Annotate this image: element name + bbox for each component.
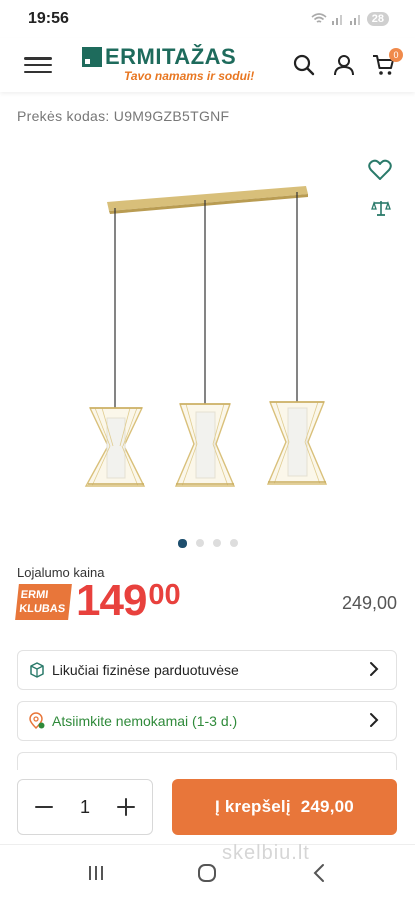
home-icon [198,863,217,882]
status-icons: 28 [311,12,389,26]
add-to-cart-label: Į krepšelį [215,797,291,816]
back-icon [313,863,325,882]
free-pickup-row[interactable]: Atsiimkite nemokamai (1-3 d.) [17,701,397,741]
menu-line [24,57,52,60]
menu-line [24,63,52,67]
shade-left [84,407,146,487]
loyalty-price: 149 00 [76,578,181,624]
account-button[interactable] [331,52,357,78]
system-nav-bar [0,844,415,900]
logo[interactable]: ERMITAŽAS Tavo namams ir sodui! [82,44,255,83]
logo-mark [82,47,102,67]
add-to-cart-price: 249,00 [300,797,354,816]
badge-line-1: ERMI [20,589,49,601]
menu-button[interactable] [24,54,52,76]
cart-button[interactable]: 0 [371,48,403,78]
heart-icon [368,159,392,180]
price-decimal: 00 [148,579,181,611]
chevron-right-icon [368,661,380,680]
search-icon [293,54,315,76]
carousel-dot-3[interactable] [212,539,221,547]
signal-icon-2 [349,15,360,25]
cart-count-badge: 0 [389,48,403,62]
wishlist-button[interactable] [368,159,392,186]
add-to-cart-button[interactable]: Į krepšelį 249,00 [172,779,397,835]
carousel-dots [0,538,415,548]
menu-line [24,70,52,73]
plus-icon [116,798,135,816]
badge-line-2: KLUBAS [18,603,66,615]
pickup-row-label: Atsiimkite nemokamai (1-3 d.) [52,713,238,729]
wifi-icon [311,13,327,23]
minus-icon [35,806,53,808]
stock-availability-row[interactable]: Likučiai fizinėse parduotuvėse [17,650,397,690]
decrease-quantity-button[interactable] [32,795,56,819]
quantity-stepper: 1 [17,779,153,835]
pickup-location-icon [28,712,46,730]
compare-button[interactable] [371,199,391,222]
carousel-dot-2[interactable] [195,539,204,547]
product-image[interactable] [70,150,350,510]
shade-center [174,403,236,487]
price-integer: 149 [76,576,147,625]
product-code: Prekės kodas: U9M9GZB5TGNF [17,108,230,124]
ermi-klubas-badge: ERMI KLUBAS [15,584,72,620]
chevron-right-icon [368,712,380,731]
status-time: 19:56 [28,10,69,27]
signal-icon [331,15,342,25]
logo-text: ERMITAŽAS [105,44,237,69]
pendant-lamp-image [84,186,328,487]
carousel-dot-4[interactable] [229,539,238,547]
status-bar: 19:56 28 [0,0,415,38]
carousel-dot-1[interactable] [177,538,187,548]
logo-tagline: Tavo namams ir sodui! [124,69,255,83]
logo-top: ERMITAŽAS [82,44,254,69]
watermark: skelbiu.lt [222,842,310,864]
stock-row-label: Likučiai fizinėse parduotuvėse [52,662,239,678]
regular-price: 249,00 [341,593,397,613]
app-header: ERMITAŽAS Tavo namams ir sodui! 0 [0,38,415,92]
scale-icon [371,200,391,216]
shade-right [266,401,328,485]
user-icon [334,55,354,76]
search-button[interactable] [291,52,317,78]
header-actions: 0 [291,48,403,78]
battery-indicator: 28 [366,12,389,26]
quantity-value[interactable]: 1 [80,797,90,818]
recent-apps-icon [88,865,103,880]
increase-quantity-button[interactable] [114,795,138,819]
recent-apps-button[interactable] [76,853,116,893]
store-box-icon [28,661,46,679]
bottom-action-bar: 1 Į krepšelį 249,00 [0,770,415,844]
